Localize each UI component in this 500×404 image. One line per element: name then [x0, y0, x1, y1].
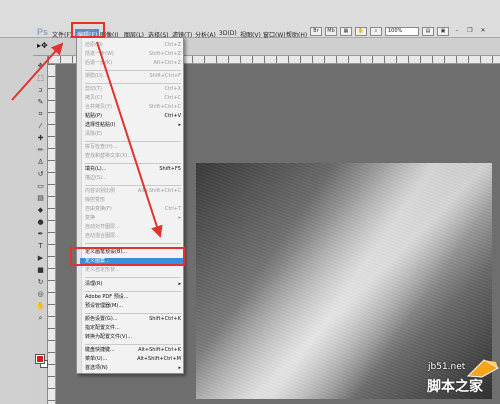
watermark-site-name: 脚本之家: [427, 379, 483, 395]
annotation-arrows: [11, 41, 163, 238]
arrow-to-edit-menu: [11, 42, 64, 101]
watermark-url: jb51.net: [428, 362, 466, 372]
arrow-to-define-pattern: [96, 41, 163, 238]
jb51-logo-icon: [466, 359, 500, 378]
